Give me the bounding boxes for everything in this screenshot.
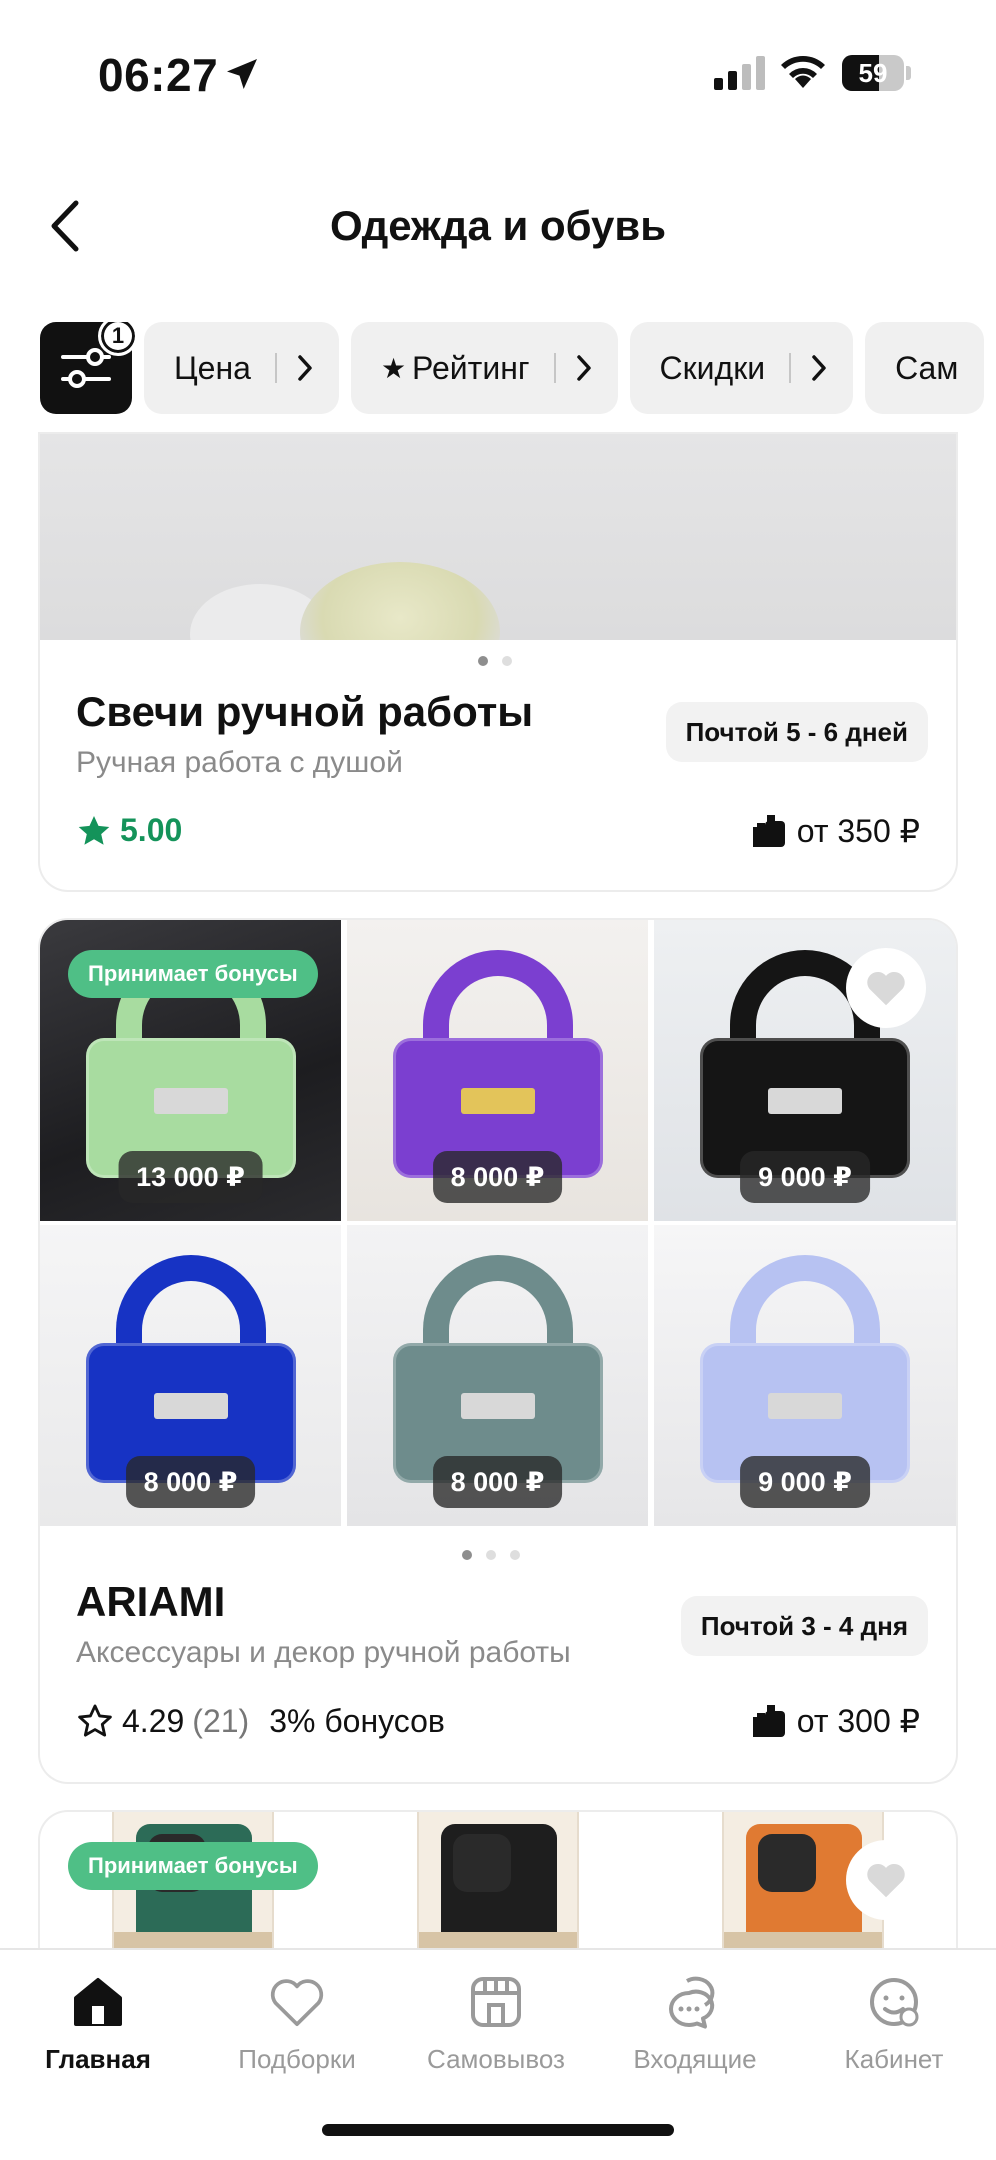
product-tile[interactable]: [416, 1812, 579, 1952]
price-from: от 350 ₽: [796, 813, 920, 849]
product-tile[interactable]: 9 000 ₽: [654, 1225, 956, 1526]
brand-plate: [768, 1088, 842, 1114]
shop-rating: 4.29 (21) 3% бонусов: [76, 1702, 445, 1740]
product-tile[interactable]: 8 000 ₽: [347, 1225, 648, 1526]
filter-chip-pickup[interactable]: Сам: [865, 322, 985, 414]
filter-chip-discounts[interactable]: Скидки: [629, 322, 854, 414]
shop-photo: [40, 434, 956, 640]
chevron-right-icon: [298, 355, 312, 381]
star-icon: [78, 815, 110, 845]
filter-chip-rating[interactable]: ★ Рейтинг: [350, 322, 618, 414]
star-icon: ★: [380, 352, 407, 384]
mailbox-icon: [752, 815, 785, 847]
brand-plate: [153, 1393, 228, 1419]
product-price: 9 000 ₽: [740, 1456, 870, 1508]
shipping-badge: Почтой 3 - 4 дня: [680, 1596, 928, 1656]
brand-plate: [460, 1393, 535, 1419]
heart-icon: [867, 1863, 905, 1898]
tab-label: Кабинет: [844, 2044, 944, 2074]
favorite-button[interactable]: [846, 948, 926, 1028]
status-time: 06:27: [98, 49, 219, 101]
shop-name: ARIAMI: [76, 1578, 226, 1625]
product-tile[interactable]: 8 000 ₽: [40, 1225, 341, 1526]
shop-price: от 350 ₽: [751, 812, 920, 850]
brand-plate: [768, 1393, 842, 1419]
carousel-dots: [462, 1550, 520, 1560]
page-title: Одежда и обувь: [329, 202, 667, 249]
filter-chip-label: Сам: [895, 349, 959, 386]
home-icon: [74, 1978, 122, 2026]
active-filter-count-badge: 1: [98, 322, 138, 356]
chip-divider: [789, 353, 792, 383]
accepts-bonus-badge: Принимает бонусы: [68, 1842, 318, 1890]
price-from: от 300 ₽: [796, 1703, 920, 1739]
filter-chip-label: Цена: [174, 349, 251, 386]
shop-name: Свечи ручной работы: [76, 688, 534, 735]
accepts-bonus-badge: Принимает бонусы: [68, 950, 318, 998]
tab-collections[interactable]: Подборки: [207, 1970, 387, 2075]
bonus-percent: 3% бонусов: [269, 1702, 445, 1739]
filter-chip-price[interactable]: Цена: [144, 322, 339, 414]
carousel-dots: [478, 656, 512, 666]
shop-price: от 300 ₽: [751, 1702, 920, 1740]
shipping-badge: Почтой 5 - 6 дней: [665, 702, 928, 762]
status-bar: 06:27 59: [0, 0, 996, 150]
shop-description: Ручная работа с душой: [76, 746, 403, 779]
product-price: 13 000 ₽: [118, 1151, 263, 1203]
phone-case: [440, 1824, 557, 1946]
rating-value: 4.29: [122, 1702, 185, 1739]
battery-tip: [906, 66, 911, 80]
favorite-button[interactable]: [846, 1840, 926, 1920]
tab-account[interactable]: Кабинет: [804, 1970, 984, 2075]
product-price: 9 000 ₽: [740, 1151, 870, 1203]
product-price: 8 000 ₽: [125, 1456, 256, 1508]
product-grid: 13 000 ₽ 8 000 ₽ 9 000 ₽ 8 000 ₽ 8 000 ₽ 9 00…: [40, 920, 956, 1526]
battery-percent: 59: [858, 58, 888, 88]
camera-cutout: [452, 1834, 511, 1892]
camera-cutout: [758, 1834, 817, 1892]
tab-label: Входящие: [633, 2044, 757, 2074]
chevron-right-icon: [812, 355, 826, 381]
tab-home[interactable]: Главная: [8, 1970, 188, 2075]
heart-icon: [270, 1979, 324, 2027]
battery-icon: 59: [842, 55, 904, 91]
heart-icon: [867, 971, 905, 1006]
tab-pickup[interactable]: Самовывоз: [406, 1970, 586, 2075]
cellular-signal-icon: [714, 56, 768, 95]
product-tile[interactable]: 8 000 ₽: [347, 920, 648, 1221]
tab-label: Главная: [45, 2044, 151, 2074]
tab-inbox[interactable]: Входящие: [605, 1970, 785, 2075]
tab-label: Подборки: [238, 2044, 356, 2074]
mailbox-icon: [752, 1705, 785, 1737]
brand-plate: [460, 1088, 535, 1114]
shop-card[interactable]: Свечи ручной работы Ручная работа с душо…: [40, 434, 956, 890]
phone-case: [746, 1824, 863, 1946]
tab-label: Самовывоз: [427, 2044, 565, 2074]
shop-card[interactable]: 13 000 ₽ 8 000 ₽ 9 000 ₽ 8 000 ₽ 8 000 ₽ 9 00…: [40, 920, 956, 1782]
review-count: (21): [192, 1702, 250, 1739]
shop-rating: 5.00: [76, 812, 182, 849]
product-price: 8 000 ₽: [432, 1151, 563, 1203]
wifi-icon: [780, 54, 826, 95]
shop-description: Аксессуары и декор ручной работы: [76, 1636, 571, 1669]
chevron-right-icon: [576, 355, 591, 381]
filter-chip-label: Рейтинг: [412, 349, 530, 386]
brand-plate: [153, 1088, 228, 1114]
top-navigation: Одежда и обувь: [0, 180, 996, 270]
chip-divider: [553, 353, 556, 383]
profile-icon: [870, 1978, 919, 2027]
chip-divider: [274, 353, 277, 383]
filter-bar: 1 Цена ★ Рейтинг Скидки Сам: [40, 322, 996, 414]
chat-icon: [669, 1976, 715, 2029]
home-indicator: [322, 2124, 674, 2136]
store-icon: [471, 1977, 521, 2027]
product-price: 8 000 ₽: [432, 1456, 563, 1508]
star-outline-icon: [78, 1704, 112, 1737]
location-arrow-icon: [222, 54, 262, 99]
filter-settings-button[interactable]: 1: [40, 322, 138, 414]
rating-value: 5.00: [120, 812, 183, 848]
filter-chip-label: Скидки: [659, 349, 766, 386]
